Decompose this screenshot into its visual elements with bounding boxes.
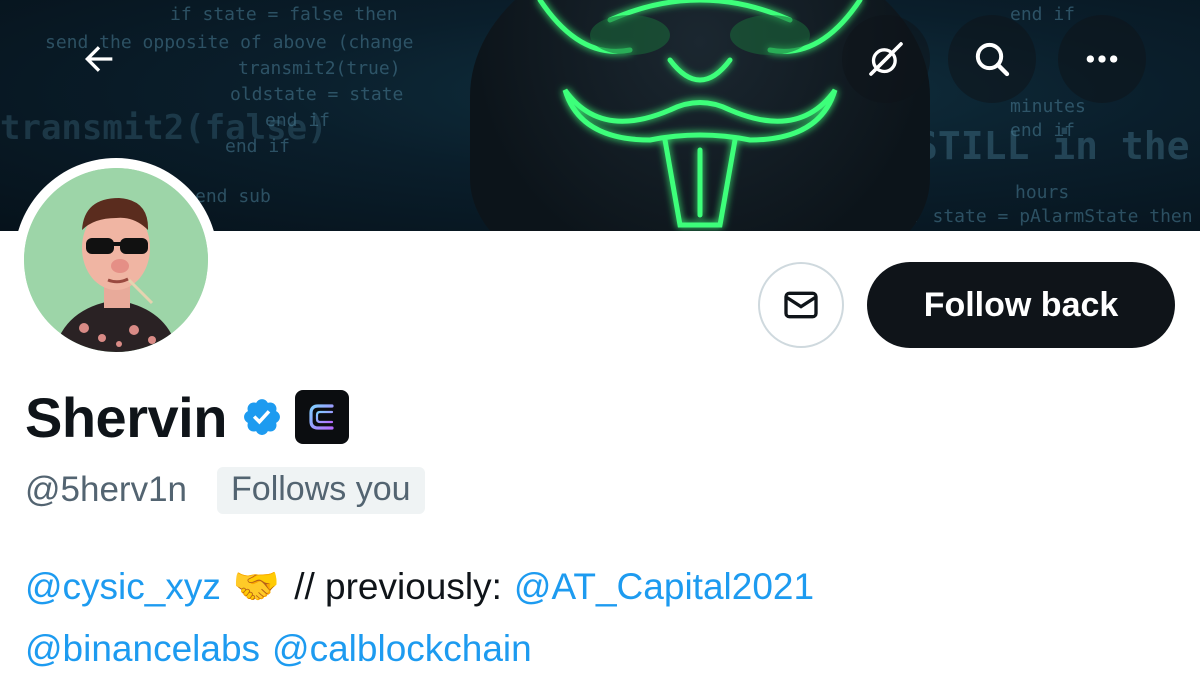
bio-text: // previously: [294, 566, 502, 607]
bio-mention-link[interactable]: @cysic_xyz [25, 566, 221, 608]
username-handle: @5herv1n [25, 470, 188, 509]
banner-code-line: oldstate = state [230, 84, 404, 105]
follow-back-button[interactable]: Follow back [867, 262, 1175, 348]
bio-line: @cysic_xyz 🤝 // previously: @AT_Capital2… [25, 556, 1185, 618]
grok-icon [869, 42, 903, 76]
avatar [24, 168, 208, 352]
bio-line: @binancelabs @calblockchain [25, 618, 1185, 678]
banner-code-line: if state = false then [170, 4, 398, 25]
profile-name-row: Shervin [25, 382, 349, 452]
bio-mention-link[interactable]: @AT_Capital2021 [514, 566, 814, 608]
avatar-container[interactable] [14, 158, 218, 362]
message-button[interactable] [758, 262, 844, 348]
back-button[interactable] [55, 15, 143, 103]
avatar-illustration [24, 168, 208, 352]
more-icon [1086, 55, 1118, 63]
follows-you-badge: Follows you [217, 466, 425, 514]
profile-bio: @cysic_xyz 🤝 // previously: @AT_Capital2… [25, 556, 1185, 678]
more-options-button[interactable] [1058, 15, 1146, 103]
envelope-icon [784, 291, 818, 319]
banner-code-line: if state = pAlarmState then [900, 206, 1193, 227]
profile-handle-row: @5herv1n Follows you [25, 466, 425, 514]
neon-mask-illustration [537, 0, 863, 228]
search-button[interactable] [948, 15, 1036, 103]
search-icon [975, 42, 1010, 77]
banner-code-line: minutes [1010, 96, 1086, 117]
banner-code-line: end if [1010, 120, 1076, 141]
verified-badge-icon[interactable] [241, 396, 283, 438]
handshake-emoji: 🤝 [232, 566, 281, 608]
cysic-logo-icon [309, 404, 334, 430]
banner-code-line: transmit2(false) [0, 108, 328, 148]
display-name: Shervin [25, 385, 227, 449]
grok-button[interactable] [842, 15, 930, 103]
banner-code-line: end if [1010, 4, 1076, 25]
bio-mention-link[interactable]: @binancelabs [25, 628, 260, 670]
banner-code-line: hours [1015, 182, 1070, 203]
arrow-left-icon [85, 46, 113, 72]
bio-mention-link[interactable]: @calblockchain [272, 628, 532, 670]
profile-page: if state = false then send the opposite … [0, 0, 1200, 678]
banner-code-line: end sub [195, 186, 271, 207]
affiliation-badge[interactable] [294, 390, 349, 444]
banner-code-line: transmit2(true) [238, 58, 401, 79]
